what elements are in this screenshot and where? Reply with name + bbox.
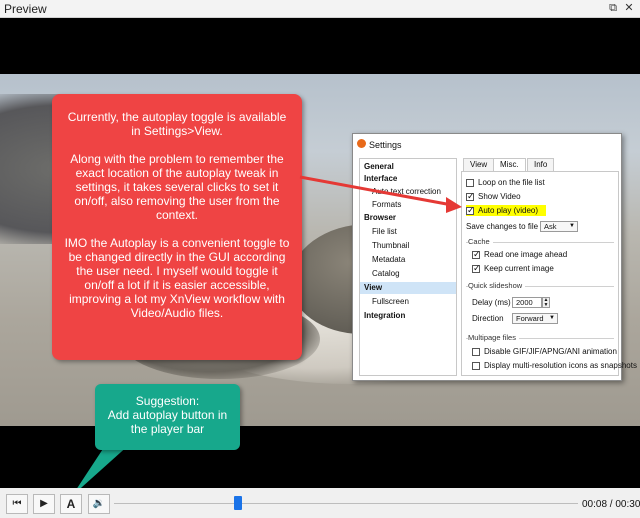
quick-slideshow-group-label: Quick slideshow bbox=[468, 281, 526, 290]
settings-category[interactable]: Catalog bbox=[372, 268, 400, 280]
auto-play-checkbox[interactable]: Auto play (video) bbox=[466, 205, 547, 216]
direction-label: Direction bbox=[472, 314, 504, 323]
direction-value: Forward bbox=[516, 314, 544, 323]
time-readout: 00:08 / 00:30 bbox=[582, 499, 640, 510]
chevron-down-icon: ▼ bbox=[549, 315, 555, 321]
tab-view[interactable]: View bbox=[463, 158, 495, 171]
delay-label: Delay (ms) bbox=[472, 298, 511, 307]
checkbox-label: Auto play (video) bbox=[478, 206, 539, 215]
play-button[interactable]: ▶ bbox=[33, 494, 55, 514]
multipage-group-label: Multipage files bbox=[468, 333, 519, 342]
settings-category[interactable]: File list bbox=[372, 226, 397, 238]
speaker-icon: 🔉 bbox=[92, 498, 106, 509]
display-multi-checkbox[interactable]: Display multi-resolution icons as snapsh… bbox=[472, 361, 637, 370]
player-bar: ⏮ ▶ A 🔉 00:08 / 00:30 bbox=[0, 488, 640, 518]
annotation-paragraph: Currently, the autoplay toggle is availa… bbox=[67, 110, 287, 138]
preview-window: Preview ⧉ ✕ Currently, the autoplay togg… bbox=[0, 0, 640, 518]
settings-category[interactable]: Metadata bbox=[372, 254, 405, 266]
checkbox-box bbox=[472, 361, 480, 370]
annotation-paragraph: Along with the problem to remember the e… bbox=[70, 152, 284, 222]
suggestion-line: the player bar bbox=[130, 422, 205, 436]
suggestion-callout: Suggestion: Add autoplay button in the p… bbox=[95, 384, 240, 450]
settings-dialog: Settings General Interface Auto text cor… bbox=[352, 133, 637, 381]
suggestion-line: Add autoplay button in bbox=[107, 408, 228, 422]
settings-category[interactable]: Auto text correction bbox=[372, 186, 441, 198]
loop-checkbox[interactable]: Loop on the file list bbox=[466, 178, 545, 187]
settings-category-selected[interactable]: View bbox=[360, 282, 456, 294]
play-icon: ▶ bbox=[40, 498, 48, 509]
cache-group-label: Cache bbox=[468, 237, 493, 246]
settings-category-list: General Interface Auto text correction F… bbox=[359, 158, 457, 376]
checkbox-box bbox=[472, 249, 481, 260]
save-changes-label: Save changes to file bbox=[466, 222, 539, 231]
seek-handle[interactable] bbox=[233, 496, 242, 510]
checkbox-label: Loop on the file list bbox=[478, 178, 545, 187]
previous-button[interactable]: ⏮ bbox=[6, 494, 28, 514]
settings-dialog-title: Settings bbox=[369, 140, 402, 150]
restore-icon[interactable]: ⧉ bbox=[606, 1, 620, 15]
direction-select[interactable]: Forward ▼ bbox=[512, 313, 558, 324]
skip-back-icon: ⏮ bbox=[12, 498, 22, 509]
checkbox-box bbox=[466, 178, 474, 187]
settings-category[interactable]: Formats bbox=[372, 199, 401, 211]
read-ahead-checkbox[interactable]: Read one image ahead bbox=[472, 249, 568, 260]
annotation-red-callout: Currently, the autoplay toggle is availa… bbox=[52, 94, 302, 360]
annotation-paragraph: IMO the Autoplay is a convenient toggle … bbox=[64, 236, 290, 320]
checkbox-label: Read one image ahead bbox=[484, 250, 568, 259]
show-video-checkbox[interactable]: Show Video bbox=[466, 191, 521, 202]
checkbox-box bbox=[466, 191, 475, 202]
tab-misc[interactable]: Misc. bbox=[493, 158, 526, 172]
settings-category[interactable]: General bbox=[364, 161, 394, 173]
delay-input[interactable]: 2000 bbox=[512, 297, 542, 308]
settings-category[interactable]: Thumbnail bbox=[372, 240, 409, 252]
disable-gif-checkbox[interactable]: Disable GIF/JIF/APNG/ANI animation bbox=[472, 347, 617, 356]
checkbox-box bbox=[472, 347, 480, 356]
tab-info[interactable]: Info bbox=[527, 158, 555, 171]
close-icon[interactable]: ✕ bbox=[622, 1, 636, 15]
autoplay-button[interactable]: A bbox=[60, 494, 82, 514]
settings-category[interactable]: Fullscreen bbox=[372, 296, 409, 308]
checkbox-label: Display multi-resolution icons as snapsh… bbox=[484, 361, 637, 370]
settings-category[interactable]: Browser bbox=[364, 212, 396, 224]
video-area[interactable]: Currently, the autoplay toggle is availa… bbox=[0, 18, 640, 488]
xnview-logo-icon bbox=[357, 139, 366, 148]
delay-stepper[interactable]: ▲ ▼ bbox=[542, 297, 550, 308]
save-changes-value: Ask bbox=[544, 222, 557, 231]
checkbox-box bbox=[472, 263, 481, 274]
title-bar: Preview ⧉ ✕ bbox=[0, 0, 640, 18]
chevron-down-icon: ▼ bbox=[569, 223, 575, 229]
save-changes-select[interactable]: Ask ▼ bbox=[540, 221, 578, 232]
checkbox-label: Keep current image bbox=[484, 264, 554, 273]
suggestion-line: Suggestion: bbox=[135, 394, 200, 408]
keep-current-checkbox[interactable]: Keep current image bbox=[472, 263, 554, 274]
checkbox-label: Show Video bbox=[478, 192, 521, 201]
settings-category[interactable]: Interface bbox=[364, 173, 397, 185]
volume-button[interactable]: 🔉 bbox=[88, 494, 110, 514]
seek-bar[interactable] bbox=[114, 503, 578, 504]
checkbox-box bbox=[466, 205, 475, 216]
checkbox-label: Disable GIF/JIF/APNG/ANI animation bbox=[484, 347, 617, 356]
settings-panel-misc: Loop on the file list Show Video Auto pl… bbox=[461, 171, 637, 376]
window-title: Preview bbox=[4, 2, 47, 16]
settings-category[interactable]: Integration bbox=[364, 310, 405, 322]
